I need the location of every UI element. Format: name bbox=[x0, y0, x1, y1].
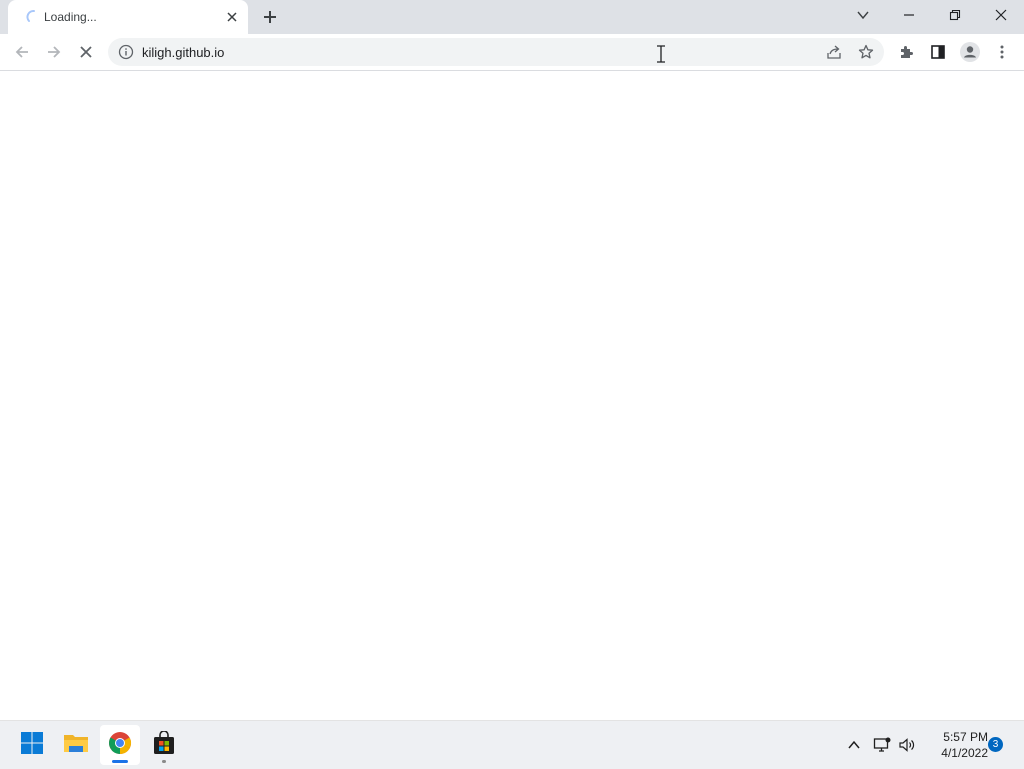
folder-icon bbox=[63, 731, 89, 760]
side-panel-icon[interactable] bbox=[924, 38, 952, 66]
address-url[interactable]: kiligh.github.io bbox=[142, 45, 224, 60]
stop-loading-icon[interactable] bbox=[72, 38, 100, 66]
tab-title: Loading... bbox=[44, 10, 97, 24]
start-button[interactable] bbox=[12, 725, 52, 765]
browser-toolbar: kiligh.github.io bbox=[0, 34, 1024, 71]
browser-titlebar: Loading... bbox=[0, 0, 1024, 34]
address-bar[interactable]: kiligh.github.io bbox=[108, 38, 884, 66]
profile-avatar-icon[interactable] bbox=[956, 38, 984, 66]
microsoft-store-button[interactable] bbox=[144, 725, 184, 765]
bookmark-star-icon[interactable] bbox=[858, 44, 874, 60]
share-icon[interactable] bbox=[826, 44, 842, 60]
loading-spinner-icon bbox=[26, 9, 42, 25]
chrome-icon bbox=[108, 731, 132, 760]
kebab-menu-icon[interactable] bbox=[988, 38, 1016, 66]
text-cursor-icon bbox=[655, 45, 667, 63]
back-arrow-icon[interactable] bbox=[8, 38, 36, 66]
restore-icon[interactable] bbox=[932, 0, 978, 30]
taskbar-clock[interactable]: 5:57 PM 4/1/2022 bbox=[926, 729, 988, 761]
browser-tab[interactable]: Loading... bbox=[8, 0, 248, 34]
volume-speaker-icon[interactable] bbox=[897, 735, 917, 755]
page-content bbox=[0, 71, 1024, 720]
windows-logo-icon bbox=[20, 731, 44, 760]
file-explorer-button[interactable] bbox=[56, 725, 96, 765]
new-tab-plus-icon[interactable] bbox=[260, 7, 280, 27]
network-icon[interactable] bbox=[872, 735, 892, 755]
clock-date: 4/1/2022 bbox=[941, 746, 988, 760]
store-icon bbox=[152, 729, 176, 760]
site-info-icon[interactable] bbox=[118, 44, 134, 60]
extensions-puzzle-icon[interactable] bbox=[892, 38, 920, 66]
chrome-taskbar-button[interactable] bbox=[100, 725, 140, 765]
tab-close-icon[interactable] bbox=[224, 9, 240, 25]
window-close-icon[interactable] bbox=[978, 0, 1024, 30]
tab-search-chevron-down-icon[interactable] bbox=[840, 0, 886, 30]
running-app-indicator bbox=[162, 760, 166, 763]
active-app-indicator bbox=[112, 760, 128, 763]
notification-count-badge[interactable]: 3 bbox=[988, 737, 1003, 752]
minimize-icon[interactable] bbox=[886, 0, 932, 30]
tray-overflow-chevron-up-icon[interactable] bbox=[844, 735, 864, 755]
taskbar: 5:57 PM 4/1/2022 3 bbox=[0, 720, 1024, 769]
forward-arrow-icon[interactable] bbox=[40, 38, 68, 66]
clock-time: 5:57 PM bbox=[943, 730, 988, 744]
